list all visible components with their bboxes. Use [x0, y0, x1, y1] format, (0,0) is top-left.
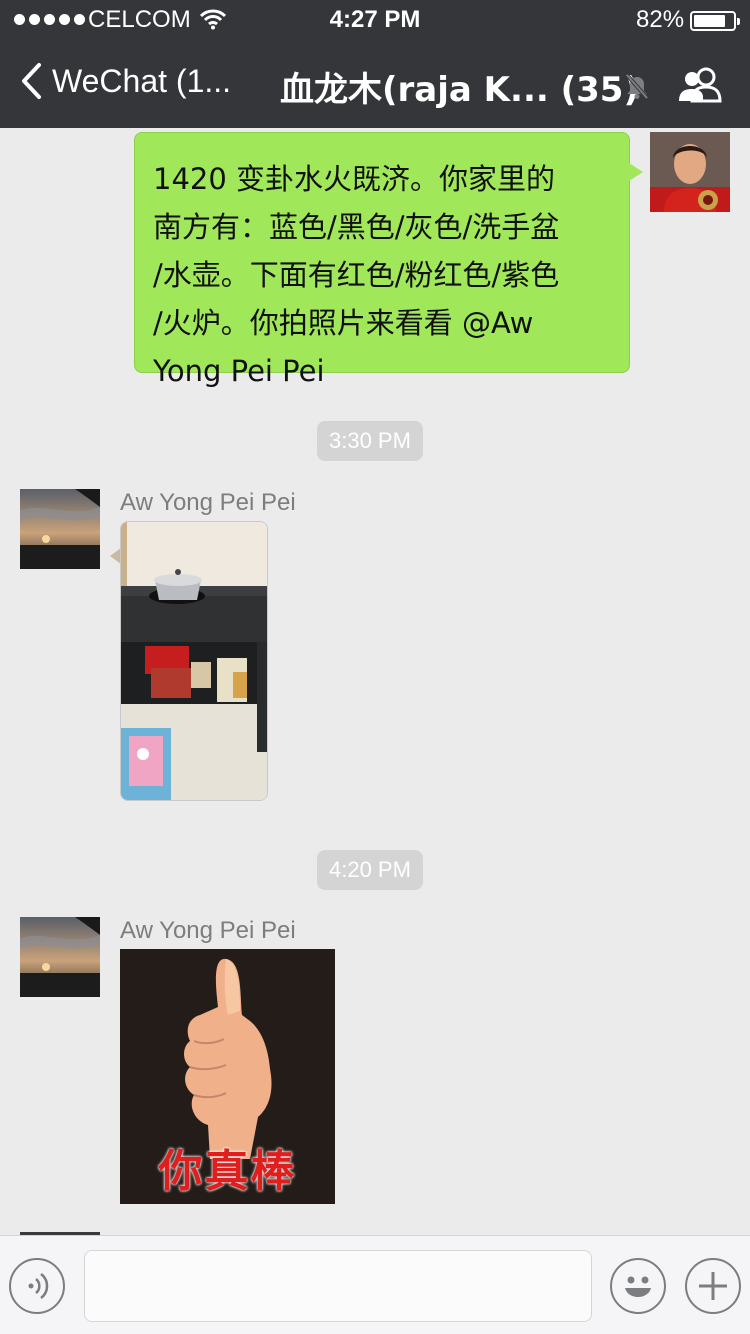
- group-members-icon[interactable]: [676, 66, 726, 104]
- status-bar: CELCOM 4:27 PM 82%: [0, 0, 750, 42]
- plus-icon: [699, 1272, 727, 1300]
- timestamp-pill: 4:20 PM: [317, 850, 423, 890]
- top-bar: CELCOM 4:27 PM 82% WeChat (1... 血龙木(raja…: [0, 0, 750, 128]
- chevron-left-icon: [22, 63, 41, 99]
- battery-fill: [694, 15, 725, 27]
- sender-avatar[interactable]: [20, 489, 100, 569]
- message-line: /水壶。下面有红色/粉红色/紫色: [153, 258, 560, 292]
- sender-name: Aw Yong Pei Pei: [120, 917, 296, 944]
- voice-icon: [28, 1273, 49, 1299]
- sticker-caption: 你真棒: [158, 1146, 297, 1197]
- sticker-message[interactable]: 你真棒: [120, 949, 335, 1204]
- back-button[interactable]: WeChat (1...: [20, 62, 231, 100]
- message-line: /火炉。你拍照片来看看 @Aw: [153, 306, 534, 340]
- timestamp-pill: 3:30 PM: [317, 421, 423, 461]
- more-button[interactable]: [685, 1258, 741, 1314]
- emoji-icon: [625, 1276, 651, 1297]
- input-bar: [0, 1235, 750, 1334]
- chat-title: 血龙木(raja K... (35): [280, 70, 640, 110]
- battery-percentage: 82%: [636, 6, 685, 33]
- message-line: Yong Pei Pei: [153, 354, 325, 388]
- sender-name: Aw Yong Pei Pei: [120, 489, 296, 516]
- battery-icon: [690, 11, 740, 31]
- voice-button[interactable]: [9, 1258, 65, 1314]
- message-line: 南方有：蓝色/黑色/灰色/洗手盆: [153, 210, 560, 244]
- message-line: 1420 变卦水火既济。你家里的: [153, 162, 556, 196]
- image-message[interactable]: [120, 521, 268, 801]
- outgoing-message-bubble[interactable]: 1420 变卦水火既济。你家里的 南方有：蓝色/黑色/灰色/洗手盆 /水壶。下面…: [134, 132, 643, 388]
- emoji-button[interactable]: [610, 1258, 666, 1314]
- back-label: WeChat (1...: [52, 62, 232, 99]
- mute-bell-icon: [625, 73, 649, 100]
- sender-avatar[interactable]: [20, 917, 100, 997]
- my-avatar[interactable]: [650, 132, 730, 212]
- message-input[interactable]: [84, 1250, 592, 1322]
